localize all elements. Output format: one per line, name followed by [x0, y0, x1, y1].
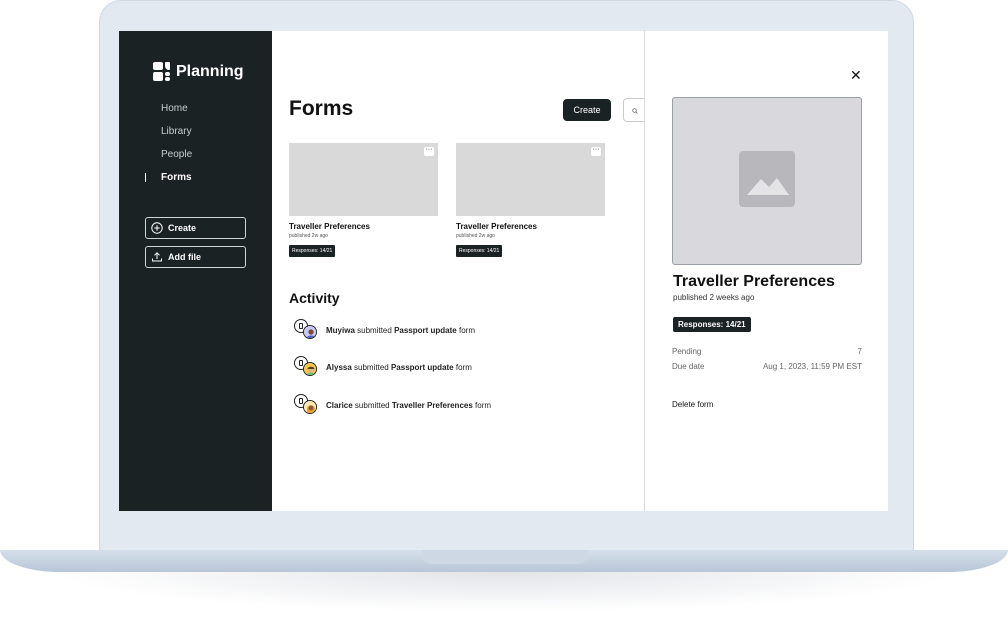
avatar: [303, 400, 317, 414]
avatar: [303, 325, 317, 339]
activity-item[interactable]: Muyiwa submitted Passport update form: [294, 319, 475, 341]
delete-form-button[interactable]: Delete form: [672, 400, 713, 409]
upload-icon: [151, 251, 163, 263]
responses-badge: Responses: 14/21: [456, 245, 503, 257]
form-preview-image: [672, 97, 862, 265]
more-options-icon[interactable]: ···: [424, 146, 434, 156]
laptop-notch: [422, 550, 588, 564]
sidebar-item-home[interactable]: Home: [161, 101, 192, 124]
form-card-thumbnail: ···: [289, 143, 438, 216]
app-logo[interactable]: Planning: [153, 62, 244, 81]
sidebar-item-forms[interactable]: Forms: [144, 170, 192, 193]
due-date-value: Aug 1, 2023, 11:59 PM EST: [762, 362, 862, 371]
activity-text: Clarice submitted Traveller Preferences …: [326, 400, 492, 410]
sidebar: Planning Home Library People Forms Creat…: [119, 31, 272, 511]
form-card-title: Traveller Preferences: [289, 222, 370, 231]
sidebar-item-library[interactable]: Library: [161, 124, 192, 147]
activity-item[interactable]: Clarice submitted Traveller Preferences …: [294, 394, 491, 416]
form-card-thumbnail: ···: [456, 143, 605, 216]
sidebar-create-button[interactable]: Create: [145, 217, 246, 239]
pending-value: 7: [857, 347, 862, 356]
due-date-row: Due date Aug 1, 2023, 11:59 PM EST: [672, 362, 862, 371]
activity-item[interactable]: Alyssa submitted Passport update form: [294, 356, 472, 378]
sidebar-add-file-label: Add file: [168, 252, 201, 262]
laptop-shadow: [50, 572, 958, 612]
sidebar-nav: Home Library People Forms: [144, 101, 192, 193]
responses-badge: Responses: 14/21: [289, 245, 336, 257]
search-icon: [632, 101, 638, 119]
app-screen: Planning Home Library People Forms Creat…: [119, 31, 888, 511]
main-content: Forms Create ··· Traveller Preferences p…: [272, 31, 653, 511]
form-card[interactable]: ··· Traveller Preferences published 2w a…: [456, 143, 605, 257]
planning-logo-icon: [153, 62, 170, 81]
activity-title: Activity: [289, 290, 340, 306]
plus-circle-icon: [151, 222, 163, 234]
form-title: Traveller Preferences: [673, 273, 835, 290]
form-card-title: Traveller Preferences: [456, 222, 537, 231]
more-options-icon[interactable]: ···: [591, 146, 601, 156]
sidebar-item-people[interactable]: People: [161, 147, 192, 170]
sidebar-add-file-button[interactable]: Add file: [145, 246, 246, 268]
activity-text: Muyiwa submitted Passport update form: [326, 325, 475, 335]
image-placeholder-icon: [739, 150, 795, 212]
form-card-subtitle: published 2w ago: [289, 233, 328, 239]
sidebar-create-label: Create: [168, 223, 197, 233]
responses-badge: Responses: 14/21: [673, 317, 751, 332]
activity-text: Alyssa submitted Passport update form: [326, 362, 472, 372]
page-title: Forms: [289, 97, 354, 120]
avatar: [303, 362, 317, 376]
form-detail-panel: ✕ Traveller Preferences published 2 week…: [644, 31, 888, 511]
form-published: published 2 weeks ago: [673, 293, 755, 302]
pending-row: Pending 7: [672, 347, 862, 356]
create-form-button[interactable]: Create: [563, 99, 611, 121]
form-card-subtitle: published 2w ago: [456, 233, 495, 239]
form-card[interactable]: ··· Traveller Preferences published 2w a…: [289, 143, 438, 257]
due-date-label: Due date: [672, 362, 705, 371]
app-name: Planning: [176, 62, 244, 80]
pending-label: Pending: [672, 347, 702, 356]
close-icon[interactable]: ✕: [850, 67, 862, 84]
